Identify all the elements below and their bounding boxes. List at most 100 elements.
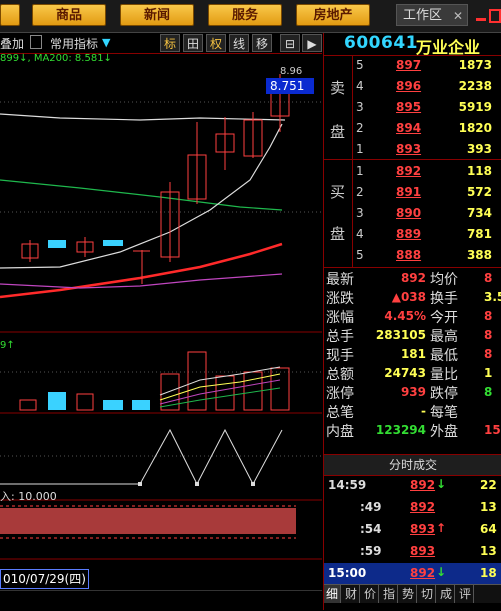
bid-volume: 118 <box>466 164 492 178</box>
panel-tab[interactable]: 势 <box>400 585 417 603</box>
stat-value: 8 <box>484 309 493 323</box>
bid-price[interactable]: 891 <box>396 185 421 199</box>
arrow-up-icon: ↑ <box>436 521 447 535</box>
bid-volume: 734 <box>466 206 492 220</box>
indicator-select[interactable]: 常用指标 <box>50 35 98 52</box>
ask-row[interactable]: 5 897 1873 <box>352 55 501 77</box>
ask-row[interactable]: 2 894 1820 <box>352 118 501 140</box>
line-button[interactable]: 线 <box>229 34 249 52</box>
minimize-icon[interactable] <box>472 6 501 26</box>
bid-price[interactable]: 892 <box>396 164 421 178</box>
stat-value: 24743 <box>384 366 426 380</box>
stat-label: 现手 <box>326 348 354 364</box>
stat-label: 最低 <box>430 348 458 364</box>
stat-label: 换手 <box>430 291 458 307</box>
stat-label: 每笔 <box>430 405 458 421</box>
menu-item-goods[interactable]: 商品 <box>32 4 106 26</box>
panel-tab[interactable]: 切 <box>419 585 436 603</box>
lock-icon[interactable] <box>30 35 42 49</box>
tick-volume: 18 <box>480 566 497 580</box>
next-page-icon[interactable]: ▶ <box>302 34 322 52</box>
mark-button[interactable]: 标 <box>160 34 180 52</box>
overlay-button[interactable]: 叠加 <box>0 35 24 52</box>
move-button[interactable]: 移 <box>252 34 272 52</box>
stat-row: 总手 283105 最高 8 <box>324 326 501 345</box>
panel-tab[interactable]: 成 <box>438 585 455 603</box>
menu-item-partial[interactable] <box>0 4 20 26</box>
ask-volume: 1820 <box>458 121 492 135</box>
grid-button[interactable]: 田 <box>183 34 203 52</box>
ask-price[interactable]: 894 <box>396 121 421 135</box>
chevron-down-icon[interactable]: ▼ <box>102 36 110 49</box>
ask-price[interactable]: 896 <box>396 79 421 93</box>
stat-label: 跌停 <box>430 386 458 402</box>
quote-panel: 600641 万业企业 卖 盘 5 897 1873 4 896 2238 3 895 5919… <box>323 33 501 610</box>
tick-time: 15:00 <box>328 566 367 580</box>
rights-button[interactable]: 权 <box>206 34 226 52</box>
ask-price[interactable]: 893 <box>396 142 421 156</box>
volume-bar <box>19 399 37 411</box>
stat-row: 最新 892 均价 8 <box>324 269 501 288</box>
stat-value: 8 <box>484 347 493 361</box>
stat-label: 总手 <box>326 329 354 345</box>
ma-line-white-top <box>0 113 286 121</box>
candle-body <box>48 240 66 248</box>
panel-tab[interactable]: 细 <box>324 585 341 603</box>
orderbook-divider <box>324 159 501 160</box>
stat-value: 8 <box>484 271 493 285</box>
tick-row[interactable]: :54 893 ↑ 64 <box>324 519 501 541</box>
window-controls[interactable] <box>472 6 501 26</box>
oscillator-point <box>251 482 255 486</box>
ask-price[interactable]: 897 <box>396 58 421 72</box>
ask-row[interactable]: 3 895 5919 <box>352 97 501 119</box>
close-icon[interactable]: ✕ <box>453 5 463 27</box>
ask-level: 2 <box>356 121 364 135</box>
bid-row[interactable]: 3 890 734 <box>352 203 501 225</box>
candle-body <box>103 240 123 246</box>
tick-row[interactable]: :59 893 13 <box>324 541 501 563</box>
volume-readout: 9↑ <box>0 340 15 351</box>
bid-row[interactable]: 1 892 118 <box>352 161 501 183</box>
arrow-down-icon: ↓ <box>436 565 447 579</box>
workspace-tab[interactable]: 工作区 ✕ <box>396 4 468 26</box>
price-high-label: 8.96 <box>280 66 302 77</box>
bid-price[interactable]: 889 <box>396 227 421 241</box>
tick-volume: 64 <box>480 522 497 536</box>
tick-price: 892 <box>410 566 436 580</box>
tick-time: :54 <box>360 522 382 536</box>
bid-volume: 572 <box>466 185 492 199</box>
panel-tab[interactable]: 评 <box>457 585 474 603</box>
tick-row[interactable]: 14:59 892 ↓ 22 <box>324 475 501 497</box>
bid-level: 2 <box>356 185 364 199</box>
stat-label: 总额 <box>326 367 354 383</box>
tick-header: 分时成交 <box>324 454 501 476</box>
tick-price: 893 <box>410 522 436 536</box>
candle-group <box>21 74 290 284</box>
panel-tab[interactable]: 财 <box>343 585 360 603</box>
tick-volume: 22 <box>480 478 497 492</box>
menu-item-realestate[interactable]: 房地产 <box>296 4 370 26</box>
ask-row[interactable]: 4 896 2238 <box>352 76 501 98</box>
bid-price[interactable]: 888 <box>396 248 421 262</box>
panel-tab[interactable]: 指 <box>381 585 398 603</box>
ask-row[interactable]: 1 893 393 <box>352 139 501 161</box>
stat-row: 总额 24743 量比 1 <box>324 364 501 383</box>
ask-price[interactable]: 895 <box>396 100 421 114</box>
candlestick-chart[interactable]: 8.96 8.751 9↑ 入: 10.000 <box>0 62 322 602</box>
tick-row[interactable]: 15:00 892 ↓ 18 <box>324 563 501 585</box>
buy-side-label: 买 <box>330 183 346 201</box>
bid-level: 1 <box>356 164 364 178</box>
bid-row[interactable]: 2 891 572 <box>352 182 501 204</box>
bid-row[interactable]: 5 888 388 <box>352 245 501 267</box>
window-mode-icon[interactable]: ⊟ <box>280 34 300 52</box>
bid-row[interactable]: 4 889 781 <box>352 224 501 246</box>
ask-level: 5 <box>356 58 364 72</box>
sell-side-label: 盘 <box>330 123 346 141</box>
menu-item-news[interactable]: 新闻 <box>120 4 194 26</box>
menu-item-services[interactable]: 服务 <box>208 4 282 26</box>
volume-bar <box>48 392 66 410</box>
bid-price[interactable]: 890 <box>396 206 421 220</box>
panel-tab[interactable]: 价 <box>362 585 379 603</box>
stat-label: 外盘 <box>430 424 458 440</box>
tick-row[interactable]: :49 892 13 <box>324 497 501 519</box>
